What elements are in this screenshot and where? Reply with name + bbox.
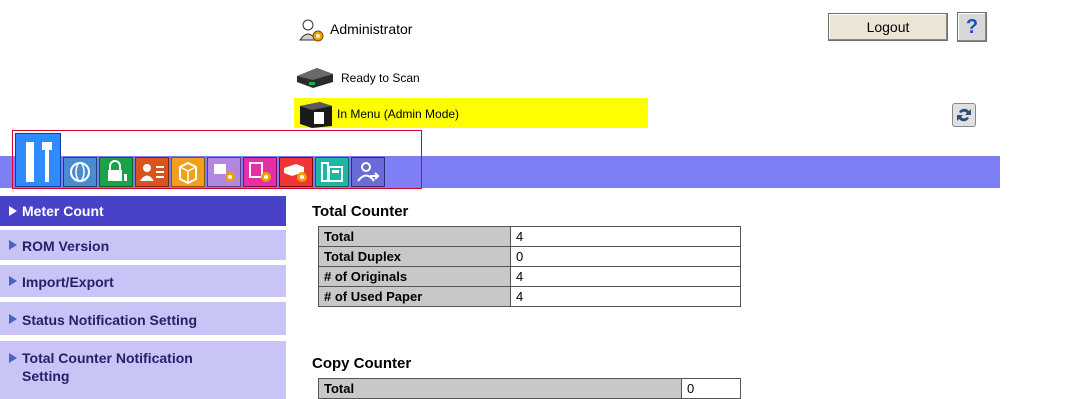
administrator-icon [299,19,324,42]
counter-label: # of Originals [318,266,511,287]
copy-counter-title: Copy Counter [312,355,412,372]
category-icon-group [12,130,422,189]
scan-settings-icon[interactable] [279,157,313,187]
sidebar-item-label: Meter Count [22,203,104,219]
copy-counter-table: Total 0 [318,378,741,399]
counter-value: 4 [510,286,741,307]
sidebar-item-meter-count[interactable]: Meter Count [0,196,286,226]
sidebar-item-rom-version[interactable]: ROM Version [0,230,286,260]
scan-status-text: Ready to Scan [341,71,420,85]
print-settings-icon[interactable] [207,157,241,187]
table-row: # of Originals 4 [318,266,741,287]
fax-icon[interactable] [315,157,349,187]
table-row: Total Duplex 0 [318,246,741,267]
counter-label: Total Duplex [318,246,511,267]
arrow-right-icon [9,206,17,216]
user-name: Administrator [330,21,413,37]
counter-label: Total [318,378,682,399]
maintenance-icon[interactable] [15,133,61,187]
help-icon: ? [965,16,979,38]
total-counter-title: Total Counter [312,203,409,220]
table-row: # of Used Paper 4 [318,286,741,307]
refresh-button[interactable] [952,103,976,127]
counter-value: 0 [510,246,741,267]
device-status-text: In Menu (Admin Mode) [337,107,460,121]
counter-label: Total [318,226,511,247]
box-icon[interactable] [171,157,205,187]
network-icon[interactable] [63,157,97,187]
sidebar-item-import-export[interactable]: Import/Export [0,265,286,297]
sidebar-item-label: Import/Export [22,274,114,290]
arrow-right-icon [9,314,17,324]
help-button[interactable]: ? [957,12,987,42]
counter-value: 0 [681,378,741,399]
counter-value: 4 [510,226,741,247]
user-auth-icon[interactable] [135,157,169,187]
counter-value: 4 [510,266,741,287]
logout-button[interactable]: Logout [828,13,948,41]
logout-user-icon[interactable] [351,157,385,187]
table-row: Total 0 [318,378,741,399]
refresh-icon [957,108,971,122]
table-row: Total 4 [318,226,741,247]
arrow-right-icon [9,353,17,363]
sidebar-item-label: Status Notification Setting [22,312,197,328]
arrow-right-icon [9,240,17,250]
printer-icon [300,102,332,128]
counter-label: # of Used Paper [318,286,511,307]
store-address-icon[interactable] [243,157,277,187]
arrow-right-icon [9,276,17,286]
sidebar-item-status-notification[interactable]: Status Notification Setting [0,302,286,335]
scanner-icon [297,68,333,88]
security-icon[interactable] [99,157,133,187]
total-counter-table: Total 4 Total Duplex 0 # of Originals 4 … [318,226,741,307]
sidebar-item-total-counter-notification[interactable]: Total Counter Notification Setting [0,341,286,399]
sidebar-item-label: Total Counter Notification Setting [22,350,193,384]
sidebar-item-label: ROM Version [22,238,110,254]
